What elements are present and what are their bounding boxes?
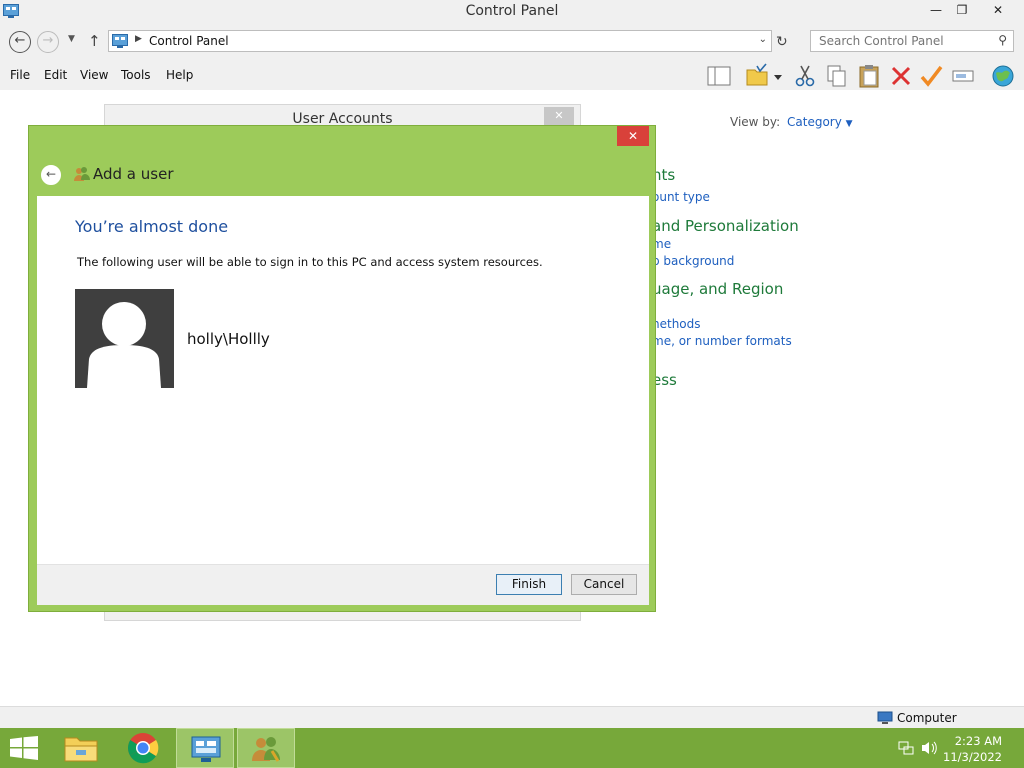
taskbar-file-explorer[interactable] <box>52 728 110 768</box>
breadcrumb-control-panel[interactable]: Control Panel <box>149 34 229 48</box>
computer-icon <box>877 711 893 724</box>
paste-icon[interactable] <box>856 63 882 89</box>
folder-options-dropdown-icon[interactable] <box>770 63 786 89</box>
menu-tools[interactable]: Tools <box>121 68 151 82</box>
menu-edit[interactable]: Edit <box>44 68 67 82</box>
recent-locations-chevron-icon[interactable]: ▼ <box>68 34 75 44</box>
category-appearance-personalization[interactable]: and Personalization <box>652 217 799 235</box>
link-change-input-methods[interactable]: nethods <box>652 317 701 331</box>
search-icon[interactable]: ⚲ <box>998 33 1007 47</box>
cut-icon[interactable] <box>792 63 818 89</box>
search-box[interactable]: ⚲ <box>810 30 1014 52</box>
address-row: ← → ▼ ↑ ▶ Control Panel ⌄ ↻ ⚲ <box>0 24 1024 60</box>
layout-pane-icon[interactable] <box>706 63 732 89</box>
menu-view[interactable]: View <box>80 68 108 82</box>
chrome-icon <box>127 733 159 764</box>
title-bar: Control Panel — ❐ ✕ <box>0 0 1024 24</box>
forward-icon[interactable]: → <box>37 31 59 53</box>
user-accounts-icon <box>252 737 280 762</box>
address-dropdown-icon[interactable]: ⌄ <box>759 34 767 45</box>
taskbar-user-accounts[interactable] <box>237 728 295 768</box>
user-silhouette-icon <box>87 302 161 388</box>
page-heading: You’re almost done <box>75 217 229 236</box>
category-clock-language-region[interactable]: uage, and Region <box>652 280 783 298</box>
network-icon[interactable] <box>898 740 914 756</box>
dialog-close-button[interactable]: ✕ <box>617 126 649 146</box>
volume-icon[interactable] <box>920 740 938 756</box>
link-change-desktop-background[interactable]: p background <box>652 254 734 268</box>
view-by-label: View by: <box>730 115 781 129</box>
menu-file[interactable]: File <box>10 68 30 82</box>
user-accounts-close-button[interactable]: ✕ <box>544 107 574 125</box>
dialog-footer: Finish Cancel <box>37 564 649 605</box>
window-title: Control Panel <box>465 3 559 19</box>
minimize-button[interactable]: — <box>922 0 950 22</box>
avatar <box>75 289 174 388</box>
taskbar: 2:23 AM 11/3/2022 <box>0 728 1024 768</box>
folder-options-icon[interactable] <box>744 63 770 89</box>
taskbar-control-panel[interactable] <box>176 728 234 768</box>
finish-button[interactable]: Finish <box>496 574 562 595</box>
properties-check-icon[interactable] <box>918 63 944 89</box>
clock-date: 11/3/2022 <box>943 750 1002 764</box>
file-explorer-icon <box>64 737 98 762</box>
users-icon <box>74 167 90 181</box>
dialog-body: You’re almost done The following user wi… <box>37 196 649 564</box>
delete-icon[interactable] <box>888 63 914 89</box>
chevron-down-icon: ▼ <box>845 119 853 129</box>
search-input[interactable] <box>811 31 981 51</box>
control-panel-icon <box>112 34 128 48</box>
link-change-date-time-number-formats[interactable]: me, or number formats <box>652 334 792 348</box>
view-by-value[interactable]: Category <box>787 115 842 129</box>
username-label: holly\Hollly <box>187 330 270 348</box>
taskbar-chrome[interactable] <box>114 728 172 768</box>
add-user-dialog: ✕ ← Add a user You’re almost done The fo… <box>28 125 656 612</box>
status-computer-label: Computer <box>897 711 957 725</box>
back-icon[interactable]: ← <box>9 31 31 53</box>
dialog-title: Add a user <box>93 165 174 183</box>
globe-icon[interactable] <box>990 63 1016 89</box>
cancel-button[interactable]: Cancel <box>571 574 637 595</box>
system-clock[interactable]: 2:23 AM 11/3/2022 <box>943 733 1002 765</box>
back-arrow-icon[interactable]: ← <box>41 165 61 185</box>
breadcrumb-separator-icon[interactable]: ▶ <box>135 34 142 44</box>
address-bar[interactable]: ▶ Control Panel ⌄ <box>108 30 772 52</box>
start-windows-icon[interactable] <box>10 736 38 760</box>
copy-icon[interactable] <box>824 63 850 89</box>
rename-icon[interactable] <box>950 63 976 89</box>
maximize-button[interactable]: ❐ <box>948 0 976 22</box>
refresh-icon[interactable]: ↻ <box>776 34 788 50</box>
link-change-account-type[interactable]: ount type <box>652 190 710 204</box>
menu-bar: File Edit View Tools Help <box>0 60 1024 90</box>
status-bar: Computer <box>0 706 1024 728</box>
menu-help[interactable]: Help <box>166 68 193 82</box>
control-panel-icon <box>191 736 221 762</box>
close-window-button[interactable]: ✕ <box>984 0 1012 22</box>
description-text: The following user will be able to sign … <box>77 255 543 269</box>
clock-time: 2:23 AM <box>954 734 1002 748</box>
view-by-dropdown[interactable]: Category ▼ <box>787 115 853 129</box>
up-arrow-icon[interactable]: ↑ <box>88 32 101 50</box>
